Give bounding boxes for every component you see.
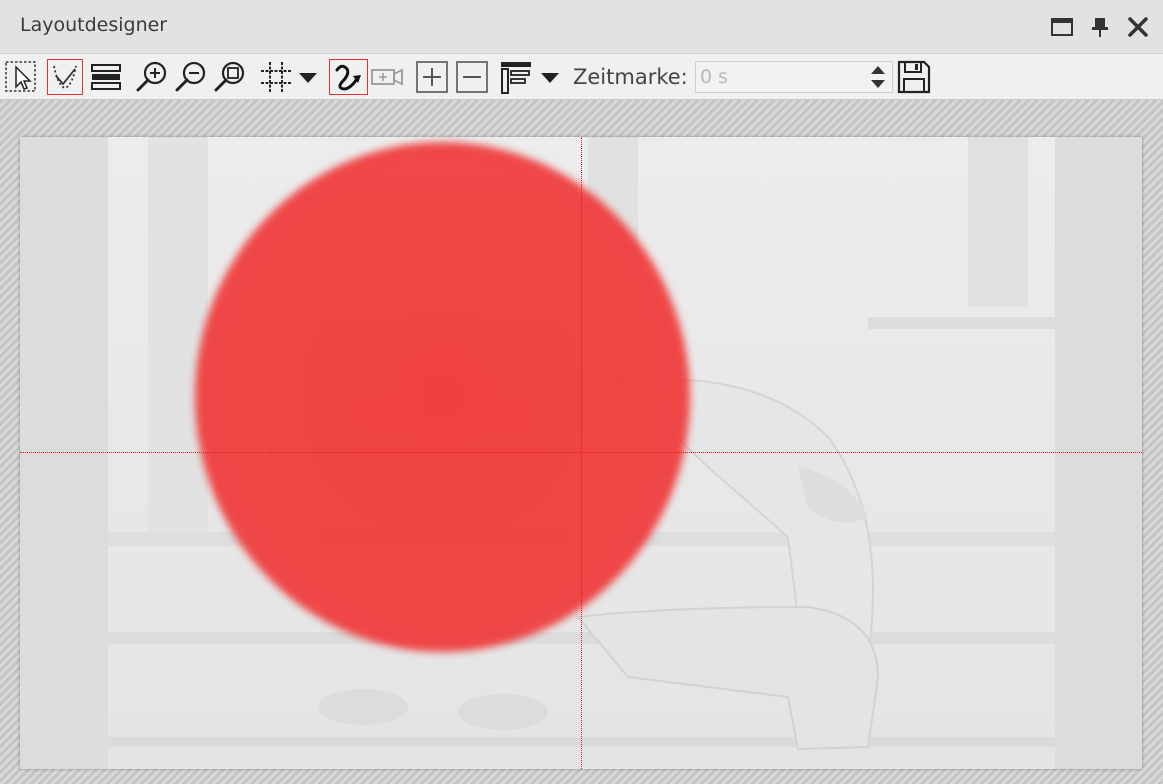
- add-point-tool-button[interactable]: [414, 59, 450, 95]
- zoom-out-icon: [175, 61, 206, 92]
- layout-canvas[interactable]: [20, 137, 1142, 769]
- zoom-fit-tool-button[interactable]: [212, 59, 248, 95]
- floppy-disk-icon: [897, 60, 931, 94]
- zoom-out-tool-button[interactable]: [173, 59, 209, 95]
- workspace: [0, 100, 1163, 784]
- close-icon[interactable]: [1125, 14, 1151, 40]
- window-title: Layoutdesigner: [20, 14, 168, 36]
- zeitmarke-input[interactable]: [695, 61, 893, 93]
- motion-path-tool-button[interactable]: [329, 59, 368, 95]
- title-bar: Layoutdesigner: [0, 0, 1163, 54]
- layers-stack-icon: [91, 64, 121, 90]
- chevron-down-icon: [299, 73, 317, 83]
- zeitmarke-spinner[interactable]: [866, 63, 890, 91]
- camera-tool-button: [369, 59, 405, 95]
- align-icon: [501, 62, 531, 94]
- zoom-fit-icon: [214, 61, 245, 92]
- pin-icon[interactable]: [1087, 14, 1113, 40]
- remove-point-tool-button[interactable]: [454, 59, 490, 95]
- toolbar: Zeitmarke:: [0, 54, 1163, 100]
- grid-tool-button[interactable]: [258, 59, 294, 95]
- vertical-center-guide: [581, 137, 582, 769]
- curve-points-tool-button[interactable]: [47, 59, 83, 95]
- zeitmarke-label: Zeitmarke:: [573, 65, 688, 89]
- minus-box-icon: [456, 61, 488, 93]
- select-tool-button[interactable]: [3, 59, 39, 95]
- zoom-in-icon: [136, 61, 167, 92]
- grid-dropdown-button[interactable]: [296, 59, 320, 95]
- camera-icon: [371, 68, 403, 86]
- dotted-curve-icon: [53, 65, 77, 89]
- save-tool-button[interactable]: [896, 59, 932, 95]
- grid-icon: [261, 62, 291, 92]
- zoom-in-tool-button[interactable]: [134, 59, 170, 95]
- layers-tool-button[interactable]: [88, 59, 124, 95]
- chevron-down-icon: [541, 73, 559, 83]
- align-tool-button[interactable]: [498, 59, 534, 95]
- motion-path-icon: [335, 64, 361, 91]
- maximize-icon[interactable]: [1049, 14, 1075, 40]
- spinner-arrows-icon: [871, 66, 885, 88]
- plus-box-icon: [416, 61, 448, 93]
- red-mask-shape[interactable]: [195, 142, 690, 652]
- align-dropdown-button[interactable]: [538, 59, 562, 95]
- dotted-arrow-selection-icon: [5, 61, 36, 92]
